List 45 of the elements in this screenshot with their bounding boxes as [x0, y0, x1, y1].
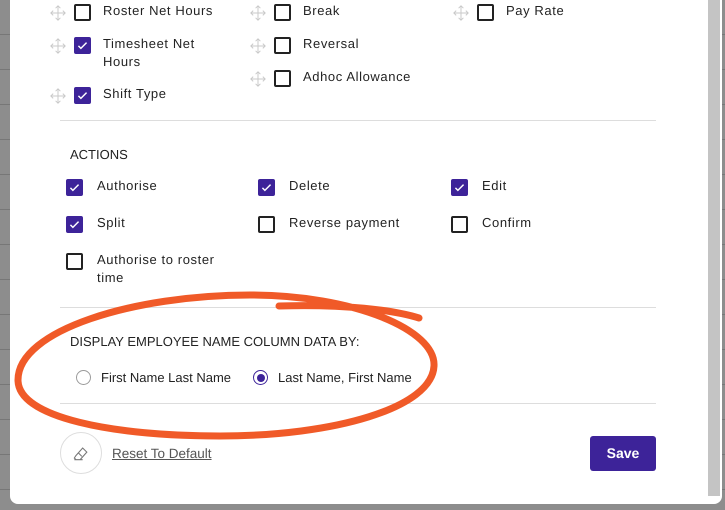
checkbox-label: Reversal	[303, 35, 360, 53]
checkbox[interactable]	[451, 179, 468, 196]
checkbox-label: Confirm	[482, 214, 532, 232]
checkbox[interactable]	[74, 37, 91, 54]
radio-label: First Name Last Name	[101, 370, 232, 385]
save-button[interactable]: Save	[590, 436, 656, 470]
checkbox-label: Break	[303, 2, 340, 20]
checkbox[interactable]	[477, 4, 494, 21]
checkbox[interactable]	[451, 216, 468, 233]
drag-handle-icon[interactable]	[50, 38, 66, 54]
radio-button[interactable]	[253, 370, 268, 385]
checkbox[interactable]	[274, 37, 291, 54]
drag-handle-icon[interactable]	[250, 5, 266, 21]
reset-link[interactable]: Reset To Default	[112, 446, 212, 460]
checkbox-label: Split	[97, 214, 126, 232]
radio-button[interactable]	[76, 370, 91, 385]
checkbox[interactable]	[74, 87, 91, 104]
checkbox-label: Shift Type	[103, 85, 167, 103]
checkbox-label: Pay Rate	[506, 2, 564, 20]
checkbox-label: Roster Net Hours	[103, 2, 214, 20]
checkbox-label: Timesheet Net Hours	[103, 35, 196, 71]
checkbox[interactable]	[74, 4, 91, 21]
drag-handle-icon[interactable]	[50, 5, 66, 21]
checkbox[interactable]	[274, 4, 291, 21]
scrollbar[interactable]	[708, 0, 720, 496]
drag-handle-icon[interactable]	[50, 88, 66, 104]
section-title: DISPLAY EMPLOYEE NAME COLUMN DATA BY:	[70, 334, 360, 350]
checkbox[interactable]	[258, 216, 275, 233]
drag-handle-icon[interactable]	[453, 5, 469, 21]
checkbox[interactable]	[66, 216, 83, 233]
checkbox-label: Authorise to roster time	[97, 251, 216, 287]
section-title: ACTIONS	[70, 147, 129, 163]
checkbox[interactable]	[66, 253, 83, 270]
checkbox-label: Authorise	[97, 177, 158, 195]
drag-handle-icon[interactable]	[250, 71, 266, 87]
checkbox-label: Adhoc Allowance	[303, 68, 412, 86]
checkbox[interactable]	[258, 179, 275, 196]
drag-handle-icon[interactable]	[250, 38, 266, 54]
eraser-icon[interactable]	[60, 432, 102, 474]
checkbox[interactable]	[274, 70, 291, 87]
checkbox-label: Delete	[289, 177, 330, 195]
radio-label: Last Name, First Name	[278, 370, 412, 385]
checkbox-label: Edit	[482, 177, 507, 195]
checkbox[interactable]	[66, 179, 83, 196]
checkbox-label: Reverse payment	[289, 214, 400, 232]
